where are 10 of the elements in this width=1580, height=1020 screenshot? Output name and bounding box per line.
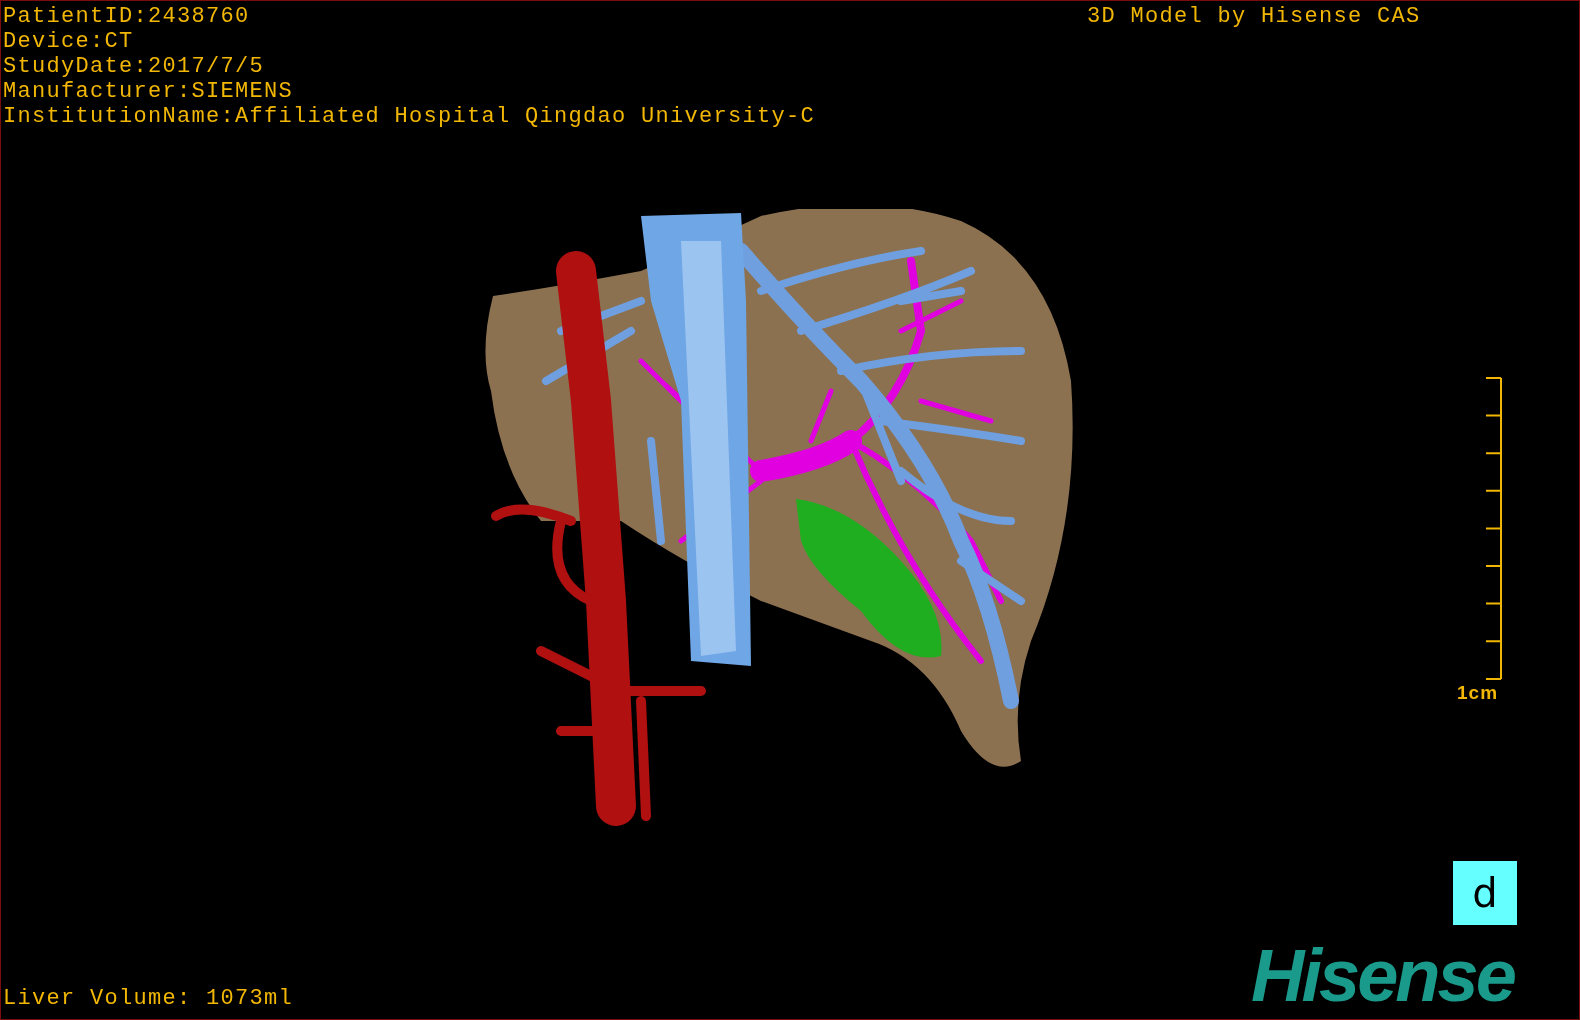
brand-logo: Hisense (1251, 941, 1514, 1011)
study-info-line: Device:CT (3, 29, 135, 54)
orientation-letter: d (1472, 873, 1498, 913)
model-credit: 3D Model by Hisense CAS (1087, 4, 1421, 29)
study-info-line: InstitutionName:Affiliated Hospital Qingdao University-C (3, 104, 816, 129)
scale-label: 1cm (1457, 682, 1499, 704)
study-info-line: Manufacturer:SIEMENS (3, 79, 295, 104)
study-info-line: StudyDate:2017/7/5 (3, 54, 266, 79)
liver-volume: Liver Volume: 1073ml (3, 986, 294, 1011)
study-info-line: PatientID:2438760 (3, 4, 251, 29)
